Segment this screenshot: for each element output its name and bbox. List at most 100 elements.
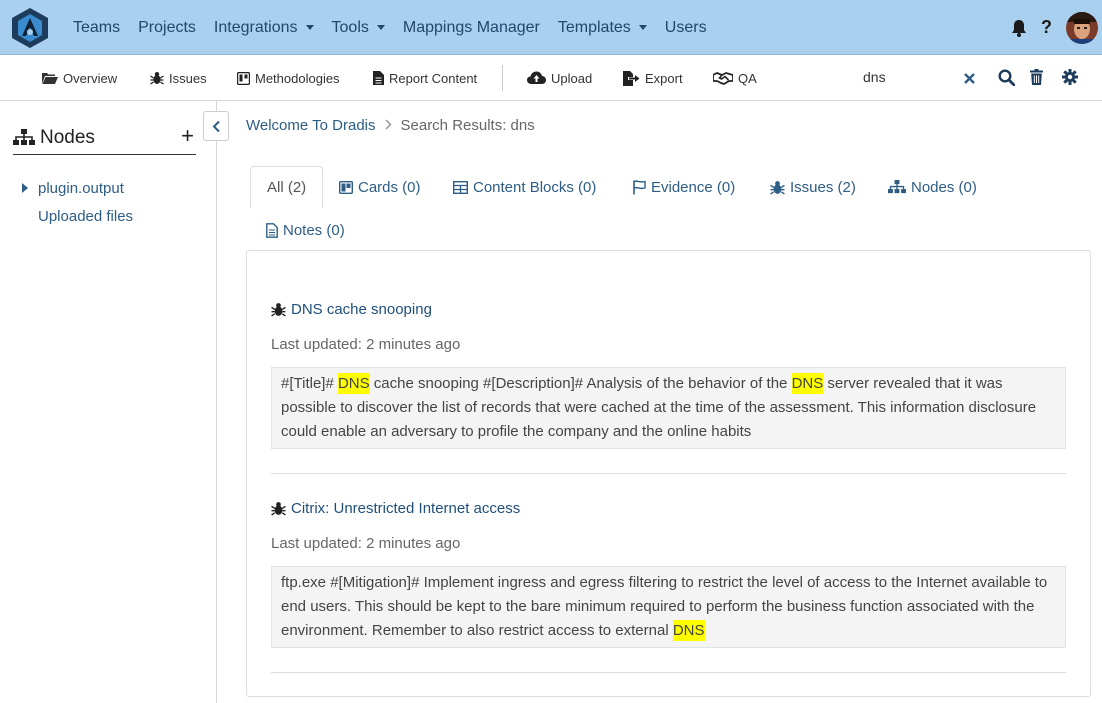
card-icon — [339, 180, 353, 194]
top-navbar: Teams Projects Integrations Tools Mappin… — [0, 0, 1102, 55]
upload-link[interactable]: Upload — [527, 55, 592, 101]
clear-search-icon[interactable] — [964, 73, 975, 84]
nav-label: Teams — [73, 18, 121, 36]
table-icon — [453, 180, 468, 194]
nodes-header: Nodes + — [13, 121, 196, 155]
result-title-link[interactable]: DNS cache snooping — [271, 301, 432, 318]
tab-notes[interactable]: Notes (0) — [266, 209, 345, 251]
nav-projects[interactable]: Projects — [138, 19, 196, 37]
bug-icon — [271, 502, 286, 516]
nav-label: Projects — [138, 18, 196, 36]
result-title: DNS cache snooping — [291, 301, 432, 318]
bug-icon — [271, 303, 286, 317]
expand-node-icon[interactable] — [22, 183, 28, 193]
breadcrumb-home-link[interactable]: Welcome To Dradis — [246, 117, 376, 134]
chevron-right-icon — [384, 118, 392, 133]
tab-evidence[interactable]: Evidence (0) — [633, 166, 735, 208]
folder-open-icon — [42, 72, 58, 84]
dradis-logo[interactable] — [8, 6, 52, 50]
nav-label: Users — [664, 18, 707, 36]
nav-teams[interactable]: Teams — [73, 19, 120, 37]
qa-label: QA — [738, 70, 757, 86]
breadcrumb-current: Search Results: dns — [400, 117, 535, 134]
file-icon — [266, 222, 278, 238]
nav-mappings-manager[interactable]: Mappings Manager — [403, 19, 540, 37]
tab-cards[interactable]: Cards (0) — [339, 166, 421, 208]
overview-label: Overview — [63, 70, 118, 86]
nav-users[interactable]: Users — [665, 19, 707, 37]
search-input[interactable]: dns — [863, 69, 953, 85]
project-toolbar: Overview Issues Methodologies Report Con… — [0, 55, 1102, 101]
export-label: Export — [645, 70, 683, 86]
board-icon — [237, 71, 250, 85]
nodes-sidebar: Nodes + plugin.output Uploaded files — [0, 101, 229, 703]
search-highlight: DNS — [337, 373, 370, 394]
tab-label: Nodes (0) — [911, 178, 977, 196]
bug-icon — [150, 72, 164, 85]
tab-label: Issues (2) — [790, 178, 856, 196]
toolbar-divider — [502, 65, 503, 91]
nav-label: Mappings Manager — [402, 18, 540, 36]
tab-nodes[interactable]: Nodes (0) — [888, 166, 977, 208]
result-snippet: ftp.exe #[Mitigation]# Implement ingress… — [271, 566, 1066, 648]
result-divider — [271, 473, 1066, 474]
cloud-upload-icon — [527, 71, 546, 84]
snippet-text: #[Title]# — [281, 375, 338, 392]
trash-icon[interactable] — [1030, 69, 1043, 85]
nav-label: Integrations — [213, 18, 298, 36]
snippet-text: ftp.exe #[Mitigation]# Implement ingress… — [281, 574, 1048, 639]
upload-label: Upload — [551, 70, 593, 86]
help-icon[interactable]: ? — [1041, 17, 1052, 38]
result-divider — [271, 672, 1066, 673]
result-updated: Last updated: 2 minutes ago — [271, 535, 461, 552]
tab-all[interactable]: All (2) — [250, 166, 324, 208]
qa-link[interactable]: QA — [713, 55, 757, 101]
overview-link[interactable]: Overview — [42, 55, 117, 101]
result-title-link[interactable]: Citrix: Unrestricted Internet access — [271, 500, 520, 517]
tab-label: All (2) — [267, 178, 307, 196]
gear-icon[interactable] — [1062, 69, 1078, 85]
tab-label: Cards (0) — [358, 178, 421, 196]
avatar[interactable] — [1066, 11, 1098, 44]
methodologies-label: Methodologies — [255, 70, 340, 86]
add-node-button[interactable]: + — [181, 123, 194, 149]
nav-label: Tools — [331, 18, 369, 36]
collapse-sidebar-button[interactable] — [203, 111, 229, 141]
flag-icon — [633, 179, 646, 194]
tab-label: Notes (0) — [283, 221, 345, 239]
result-snippet: #[Title]# DNS cache snooping #[Descripti… — [271, 367, 1066, 449]
search-highlight: DNS — [672, 620, 705, 641]
handshake-icon — [713, 71, 733, 85]
sitemap-icon — [888, 180, 906, 194]
sidebar-title: Nodes — [40, 126, 95, 148]
breadcrumb: Welcome To Dradis Search Results: dns — [246, 117, 535, 134]
nav-tools-dropdown[interactable]: Tools — [332, 19, 385, 37]
snippet-text: cache snooping #[Description]# Analysis … — [369, 375, 792, 392]
bell-icon[interactable] — [1011, 19, 1027, 37]
user-actions: ? — [1011, 0, 1102, 55]
tab-label: Content Blocks (0) — [473, 178, 597, 196]
tree-node-plugin-output[interactable]: plugin.output — [38, 180, 124, 197]
search-icon[interactable] — [998, 69, 1015, 86]
methodologies-link[interactable]: Methodologies — [237, 55, 340, 101]
caret-down-icon — [376, 25, 385, 30]
result-updated: Last updated: 2 minutes ago — [271, 336, 461, 353]
caret-down-icon — [638, 25, 647, 30]
chevron-left-icon — [212, 120, 220, 132]
sitemap-icon — [13, 129, 35, 145]
nav-templates-dropdown[interactable]: Templates — [558, 19, 647, 37]
tab-issues[interactable]: Issues (2) — [770, 166, 856, 208]
tab-label: Evidence (0) — [651, 178, 736, 196]
issues-label: Issues — [169, 70, 207, 86]
tab-content-blocks[interactable]: Content Blocks (0) — [453, 166, 596, 208]
report-content-link[interactable]: Report Content — [373, 55, 477, 101]
issues-link[interactable]: Issues — [150, 55, 207, 101]
export-link[interactable]: Export — [623, 55, 683, 101]
result-title: Citrix: Unrestricted Internet access — [291, 500, 521, 517]
nav-integrations-dropdown[interactable]: Integrations — [214, 19, 314, 37]
caret-down-icon — [305, 25, 314, 30]
file-text-icon — [373, 71, 384, 85]
tree-node-uploaded-files[interactable]: Uploaded files — [38, 208, 133, 225]
file-export-icon — [623, 70, 640, 86]
report-content-label: Report Content — [389, 70, 478, 86]
